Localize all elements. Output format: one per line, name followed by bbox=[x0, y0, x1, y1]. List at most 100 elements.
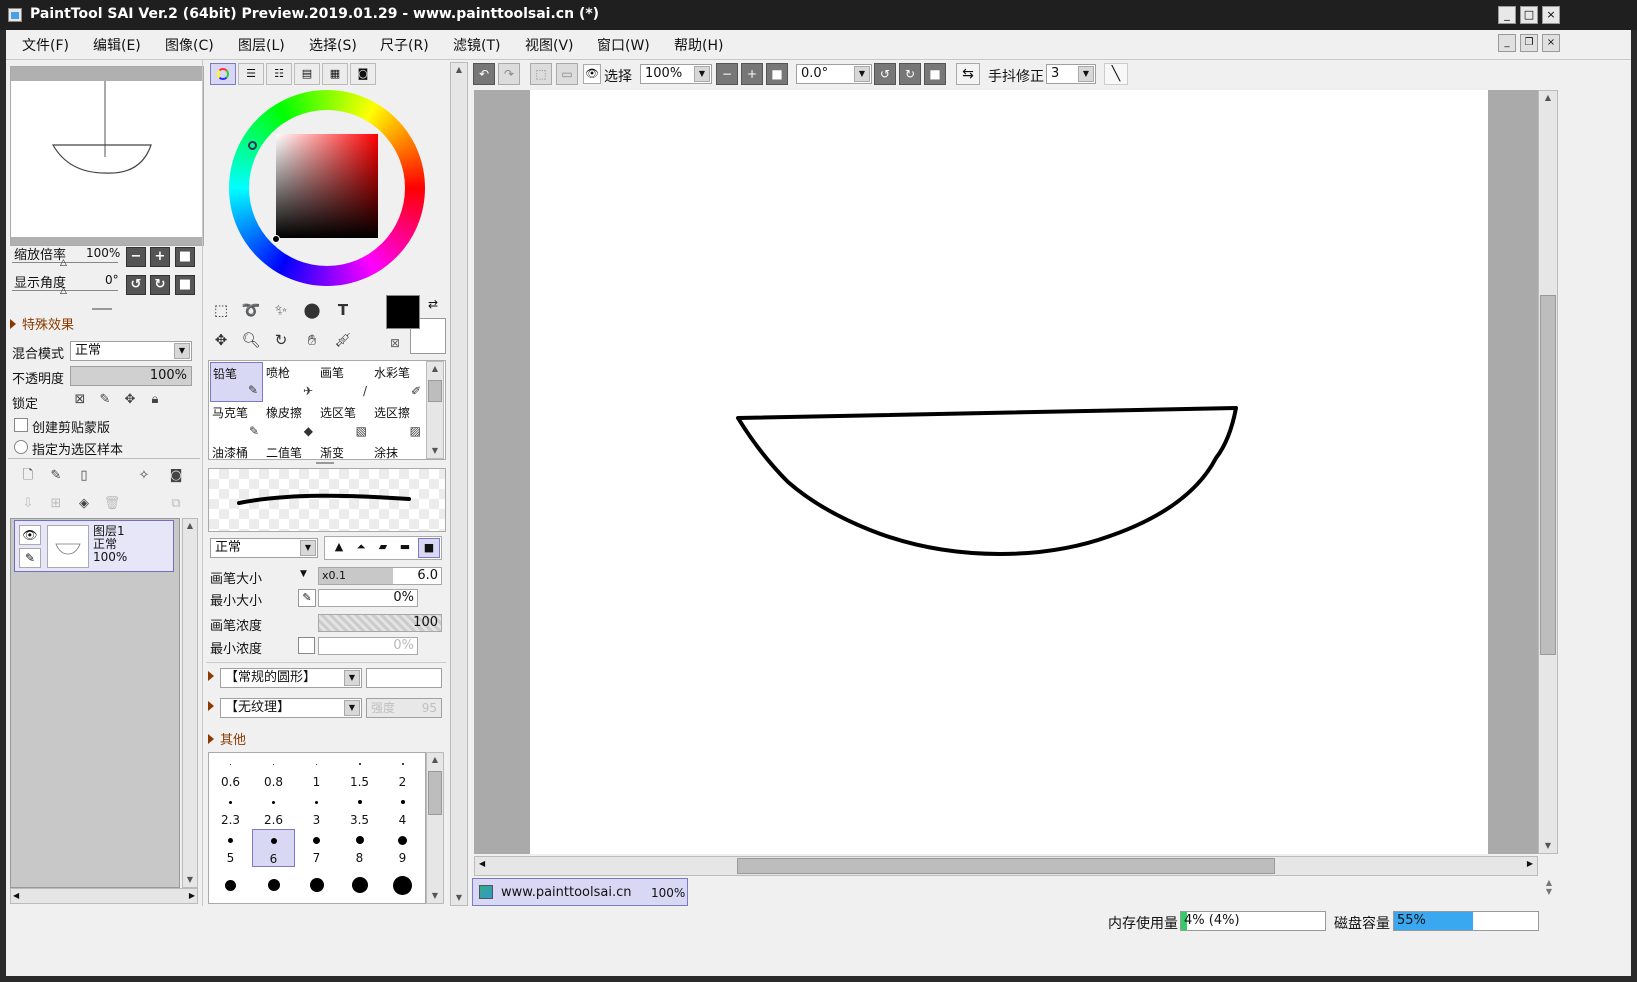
scroll-down-arrow-icon[interactable]: ▼ bbox=[1539, 839, 1557, 853]
brush-size-preset[interactable]: 2.3 bbox=[209, 791, 252, 829]
maximize-button[interactable]: □ bbox=[1520, 6, 1538, 24]
show-selection-eye-icon[interactable]: 👁︎ bbox=[583, 64, 601, 84]
zoom-in-button[interactable]: + bbox=[150, 247, 170, 267]
zoom-out-button[interactable]: − bbox=[126, 247, 146, 267]
layer-scrollbar[interactable]: ▲ ▼ bbox=[182, 518, 198, 888]
menu-ruler[interactable]: 尺子(R) bbox=[380, 35, 429, 55]
transfer-layer-icon[interactable]: ⧉ bbox=[166, 494, 186, 514]
brush-size-preset[interactable]: 1.5 bbox=[338, 753, 381, 791]
layer-item[interactable]: 👁︎ ✎ 图层1 正常 100% bbox=[14, 520, 174, 572]
scroll-down-arrow-icon[interactable]: ▼ bbox=[183, 873, 197, 887]
scroll-right-arrow-icon[interactable]: ▶ bbox=[189, 889, 195, 903]
scroll-down-arrow-icon[interactable]: ▼ bbox=[451, 891, 467, 905]
edge-soft-icon[interactable]: ▲ bbox=[328, 538, 350, 558]
sv-marker[interactable] bbox=[272, 235, 280, 243]
brush-tool-cell[interactable]: 铅笔 ✎ bbox=[210, 362, 263, 402]
rgb-slider-tab[interactable]: ☰ bbox=[238, 63, 264, 85]
document-tab[interactable]: www.painttoolsai.cn 100% bbox=[472, 878, 688, 906]
visibility-eye-icon[interactable]: 👁︎ bbox=[19, 525, 41, 545]
effects-section[interactable]: 特殊效果 bbox=[10, 314, 74, 333]
opacity-slider[interactable]: 100% bbox=[70, 366, 192, 386]
lasso-icon[interactable]: ➰ bbox=[238, 297, 264, 323]
brush-size-preset[interactable] bbox=[338, 867, 381, 905]
lock-all-icon[interactable]: 🔒︎ bbox=[145, 390, 165, 410]
panel-splitter[interactable] bbox=[316, 462, 334, 464]
menu-edit[interactable]: 编辑(E) bbox=[93, 35, 141, 55]
menu-filter[interactable]: 滤镜(T) bbox=[453, 35, 500, 55]
texture-expand-icon[interactable] bbox=[208, 700, 220, 715]
brush-tool-cell[interactable]: 画笔 / bbox=[318, 362, 371, 402]
new-layer-icon[interactable]: 🗋︎ bbox=[18, 466, 38, 486]
zoom-reset-button[interactable]: ■ bbox=[175, 247, 195, 267]
brush-tool-cell[interactable]: 选区笔 ▧ bbox=[318, 402, 371, 442]
shape-icon[interactable]: ⬤ bbox=[299, 297, 325, 323]
hsv-slider-tab[interactable]: ☷ bbox=[266, 63, 292, 85]
canvas-zoom-reset-button[interactable]: ■ bbox=[766, 63, 788, 85]
clear-layer-icon[interactable]: ◈ bbox=[74, 494, 94, 514]
canvas-vscroll-thumb[interactable] bbox=[1540, 295, 1556, 655]
size-dropdown-icon[interactable]: ▼ bbox=[300, 569, 307, 579]
brush-size-preset[interactable]: 2.6 bbox=[252, 791, 295, 829]
deselect-button[interactable]: ⬚ bbox=[530, 63, 552, 85]
redo-button[interactable]: ↷ bbox=[498, 63, 520, 85]
angle-slider-thumb-icon[interactable]: △ bbox=[60, 286, 67, 296]
menu-select[interactable]: 选择(S) bbox=[309, 35, 357, 55]
min-size-slider[interactable]: 0% bbox=[318, 589, 418, 607]
brush-size-preset[interactable]: 0.6 bbox=[209, 753, 252, 791]
delete-layer-icon[interactable]: 🗑︎ bbox=[102, 494, 122, 514]
edge-firm-icon[interactable]: ▰ bbox=[372, 538, 394, 558]
menu-help[interactable]: 帮助(H) bbox=[674, 35, 723, 55]
rotate-reset-button[interactable]: ■ bbox=[175, 275, 195, 295]
other-section[interactable]: 其他 bbox=[208, 729, 246, 748]
scroll-left-arrow-icon[interactable]: ◀ bbox=[479, 859, 485, 868]
doc-close-button[interactable]: × bbox=[1542, 34, 1560, 52]
color-mixer-tab[interactable]: ▤ bbox=[294, 63, 320, 85]
doc-tab-scroll[interactable]: ▲ ▼ bbox=[1540, 878, 1558, 906]
rotate-icon[interactable]: ↻ bbox=[268, 327, 294, 353]
layer-effect-icon[interactable]: ✧ bbox=[134, 466, 154, 486]
shape-strength-field[interactable] bbox=[366, 668, 442, 688]
zoom-icon[interactable]: 🔍︎ bbox=[238, 327, 264, 353]
new-folder-icon[interactable]: ▯ bbox=[74, 466, 94, 486]
scratchpad-tab[interactable]: ◙ bbox=[350, 63, 376, 85]
scroll-left-arrow-icon[interactable]: ◀ bbox=[13, 889, 19, 903]
selection-sample-radio[interactable] bbox=[14, 440, 28, 454]
canvas-hscroll-thumb[interactable] bbox=[737, 858, 1275, 874]
undo-button[interactable]: ↶ bbox=[473, 63, 495, 85]
scroll-right-arrow-icon[interactable]: ▶ bbox=[1527, 859, 1533, 868]
rotate-right-button[interactable]: ↻ bbox=[150, 275, 170, 295]
eyedropper-icon[interactable]: 💉︎ bbox=[330, 327, 356, 353]
brush-size-preset[interactable]: 0.8 bbox=[252, 753, 295, 791]
shape-expand-icon[interactable] bbox=[208, 670, 220, 685]
swap-colors-icon[interactable]: ⇄ bbox=[428, 297, 438, 311]
menu-view[interactable]: 视图(V) bbox=[525, 35, 574, 55]
primary-color-swatch[interactable] bbox=[386, 295, 420, 329]
scroll-up-arrow-icon[interactable]: ▲ bbox=[427, 753, 443, 767]
brush-tool-cell[interactable]: 橡皮擦 ◆ bbox=[264, 402, 317, 442]
canvas-hscrollbar[interactable]: ◀ ▶ bbox=[474, 856, 1538, 876]
brush-size-preset[interactable]: 3.5 bbox=[338, 791, 381, 829]
brush-tool-cell[interactable]: 马克笔 ✎ bbox=[210, 402, 263, 442]
canvas-vscrollbar[interactable]: ▲ ▼ bbox=[1538, 90, 1558, 854]
brush-grid-scrollbar[interactable]: ▲ ▼ bbox=[426, 361, 444, 459]
text-tool-icon[interactable]: T bbox=[330, 297, 356, 323]
pressure-density-checkbox[interactable] bbox=[298, 637, 315, 654]
transparent-color-icon[interactable]: ⊠ bbox=[390, 336, 400, 350]
stabilizer-select[interactable]: 3 ▼ bbox=[1046, 64, 1096, 84]
scroll-up-arrow-icon[interactable]: ▲ bbox=[427, 362, 443, 376]
minimize-button[interactable]: _ bbox=[1498, 6, 1516, 24]
brush-size-preset[interactable] bbox=[295, 867, 338, 905]
size-grid-scrollbar[interactable]: ▲ ▼ bbox=[426, 752, 444, 904]
line-stabilizer-icon[interactable]: ╲ bbox=[1104, 63, 1128, 85]
canvas-rotate-right-button[interactable]: ↻ bbox=[899, 63, 921, 85]
scroll-up-arrow-icon[interactable]: ▲ bbox=[1539, 91, 1557, 105]
brush-size-preset[interactable]: 3 bbox=[295, 791, 338, 829]
brush-size-preset[interactable]: 6 bbox=[252, 829, 295, 867]
scroll-up-arrow-icon[interactable]: ▲ bbox=[451, 63, 467, 77]
menu-file[interactable]: 文件(F) bbox=[22, 35, 69, 55]
brush-size-preset[interactable]: 1 bbox=[295, 753, 338, 791]
invert-selection-button[interactable]: ▭ bbox=[556, 63, 578, 85]
canvas-zoom-select[interactable]: 100% ▼ bbox=[640, 64, 712, 84]
swatches-tab[interactable]: ▦ bbox=[322, 63, 348, 85]
close-button[interactable]: × bbox=[1542, 6, 1560, 24]
